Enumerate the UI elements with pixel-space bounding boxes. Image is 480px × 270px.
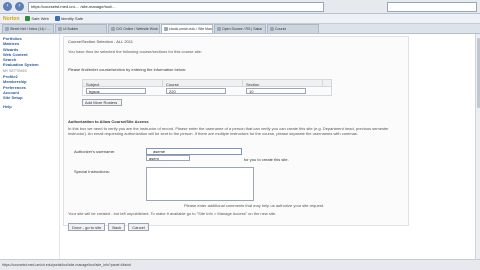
toolbar-safe-web-label: Safe Web: [31, 16, 49, 21]
auth-heading: Authorization to Allow Course/Site Acces…: [68, 119, 149, 124]
vertical-scrollbar[interactable]: [475, 34, 480, 259]
tab-label: Street Net / Inbox (14) / ...: [10, 27, 51, 31]
special-note: Please enter additional comments that ma…: [184, 203, 325, 208]
favicon-icon: [217, 27, 221, 31]
course-selection-panel: Course/Section Selection - ALL 2011 You …: [63, 36, 409, 231]
button-row: Done - go to site Back Cancel: [68, 223, 149, 231]
add-more-rosters-select[interactable]: Add More Rosters: [82, 99, 122, 106]
tab-label: UI Builder: [63, 27, 79, 31]
column-course: Course: [163, 80, 243, 87]
toolbar-identity-safe[interactable]: Identity Safe: [54, 16, 84, 21]
course-input[interactable]: 220: [166, 88, 226, 94]
page-title: Course/Section Selection - ALL 2011: [68, 39, 133, 44]
column-section: Section: [243, 80, 323, 87]
column-subject: Subject: [83, 80, 163, 87]
url-input[interactable]: https://coursetst.med.uni-... /site-mana…: [28, 1, 324, 12]
forward-arrow-icon[interactable]: ›: [15, 2, 24, 11]
norton-logo: Norton: [3, 15, 20, 22]
subject-input[interactable]: bgsos: [86, 88, 146, 94]
toolbar-identity-safe-label: Identity Safe: [60, 16, 84, 21]
tab-1[interactable]: Street Net / Inbox (14) / ...: [2, 24, 54, 33]
norton-toolbar: Norton Safe Web Identity Safe: [0, 14, 480, 24]
autocomplete-suggestion[interactable]: asem: [146, 155, 190, 161]
favicon-icon: [164, 27, 168, 31]
favicon-icon: [58, 27, 62, 31]
address-bar: ‹ › https://coursetst.med.uni-... /site-…: [0, 0, 480, 14]
search-input[interactable]: [387, 1, 477, 12]
auth-note: for you to create this site.: [244, 157, 289, 162]
table-row: bgsos 220 10: [82, 87, 332, 96]
favicon-icon: [111, 27, 115, 31]
tab-label: Open Source / RS | Sakai: [222, 27, 263, 31]
auth-username-input[interactable]: aseme: [146, 148, 242, 155]
tab-label: CIO Online / Website Work Day: [116, 27, 159, 31]
special-instructions-textarea[interactable]: [146, 167, 254, 201]
instruction-text: Please find/enter course/section by ente…: [68, 67, 187, 72]
tab-5[interactable]: Open Source / RS | Sakai: [214, 24, 266, 33]
status-text: https://coursetst.med.umich.edu/portal/t…: [2, 263, 131, 267]
back-button[interactable]: Back: [108, 223, 126, 231]
page-subtitle: You have thus far selected the following…: [68, 49, 202, 54]
main-content: Course/Section Selection - ALL 2011 You …: [61, 34, 480, 259]
roster-table: Subject Course Section bgsos 220 10: [82, 79, 332, 96]
tab-label: ctools.umich.edu / Site Mana...: [169, 27, 212, 31]
sidebar: Portfolios Matrices Wizards Web Content …: [0, 34, 60, 259]
special-instructions-label: Special Instructions:: [74, 169, 110, 174]
sidebar-item-site-setup[interactable]: Site Setup: [3, 95, 56, 100]
favicon-icon: [270, 27, 274, 31]
tab-3[interactable]: CIO Online / Website Work Day: [108, 24, 160, 33]
url-text: https://coursetst.med.uni-... /site-mana…: [31, 4, 116, 9]
table-header: Subject Course Section: [82, 79, 332, 87]
auth-description: In this box we need to verify you are th…: [68, 126, 389, 137]
section-input[interactable]: 10: [246, 88, 306, 94]
favicon-icon: [5, 27, 9, 31]
tab-label: Course: [275, 27, 287, 31]
tab-strip: Street Net / Inbox (14) / ... UI Builder…: [0, 24, 480, 34]
cancel-button[interactable]: Cancel: [128, 223, 149, 231]
shield-icon: [25, 16, 31, 21]
back-arrow-icon[interactable]: ‹: [3, 2, 12, 11]
auth-username-label: Authorizer's username:: [74, 149, 116, 154]
toolbar-safe-web[interactable]: Safe Web: [25, 16, 49, 21]
footer-note: Your site will be created - but left unp…: [68, 211, 277, 216]
sidebar-item-evaluation[interactable]: Evaluation System: [3, 62, 56, 67]
done-button[interactable]: Done - go to site: [68, 223, 106, 231]
tab-2[interactable]: UI Builder: [55, 24, 107, 33]
tab-6[interactable]: Course: [267, 24, 319, 33]
tab-4[interactable]: ctools.umich.edu / Site Mana...: [161, 24, 213, 33]
sidebar-item-help[interactable]: Help: [3, 104, 56, 109]
identity-icon: [54, 16, 60, 21]
status-bar: https://coursetst.med.umich.edu/portal/t…: [0, 259, 480, 270]
